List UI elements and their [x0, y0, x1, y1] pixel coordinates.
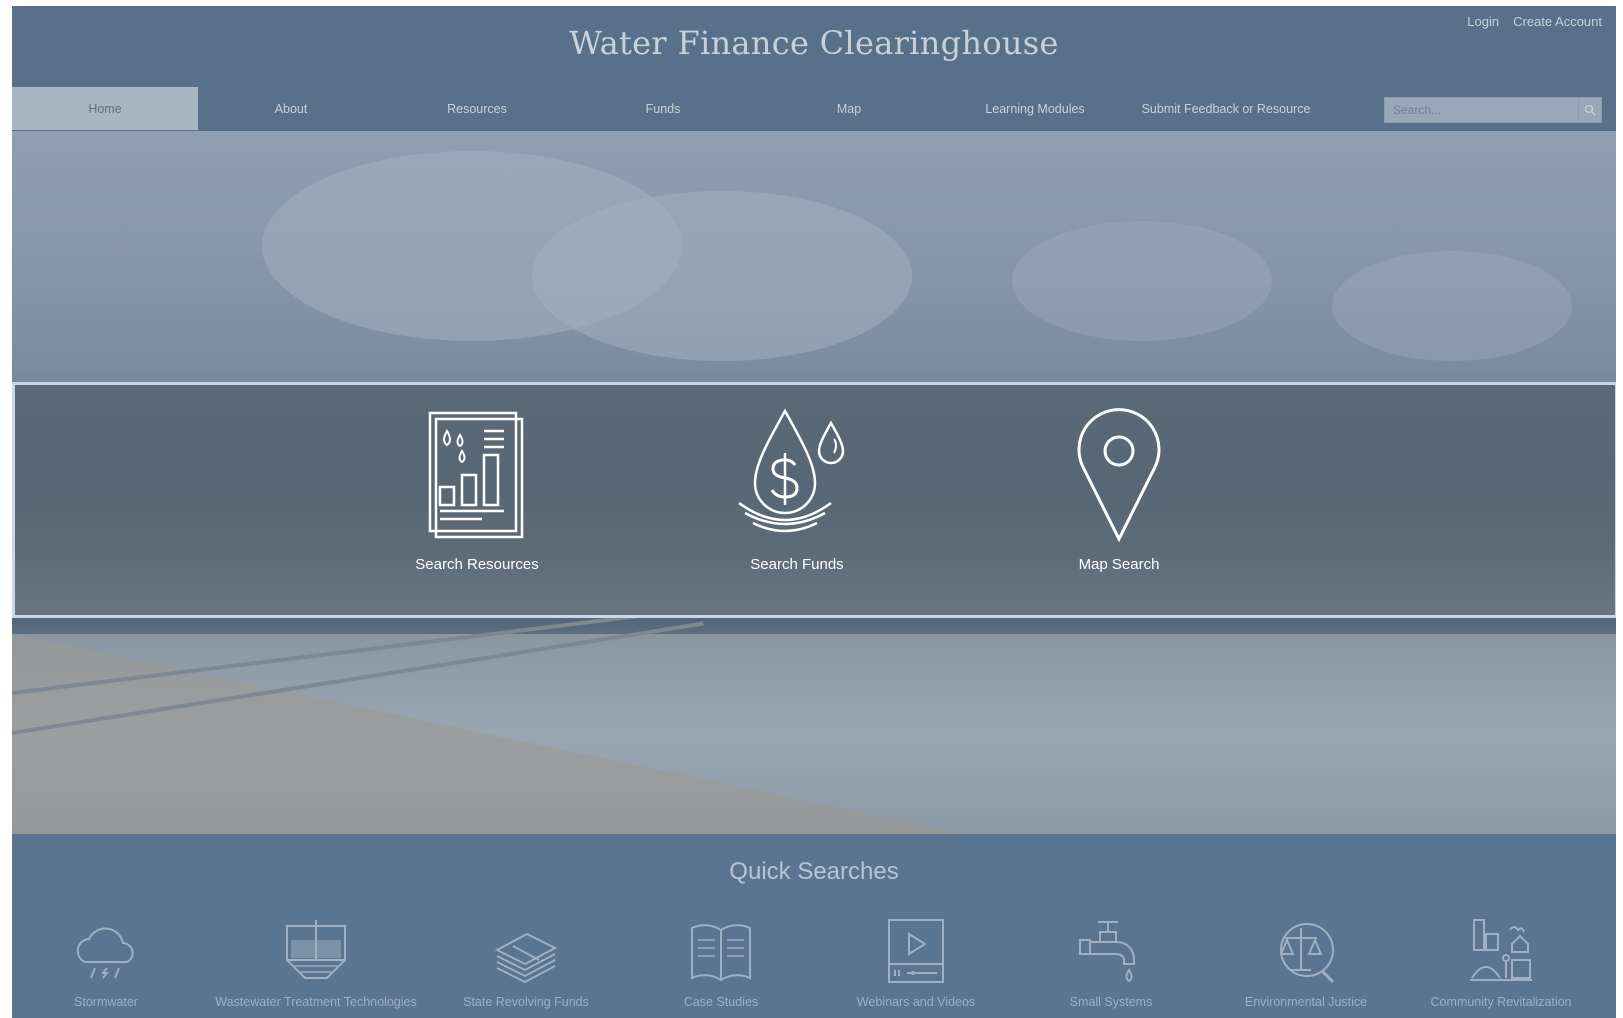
nav-item-learning-modules[interactable]: Learning Modules [942, 87, 1128, 130]
hero-walkway [12, 634, 962, 834]
nav-item-funds[interactable]: Funds [570, 87, 756, 130]
quick-search-stormwater[interactable]: Stormwater [12, 916, 211, 1009]
quick-search-label: Small Systems [1069, 995, 1153, 1009]
rain-cloud-icon [76, 927, 134, 979]
account-links: Login Create Account [1467, 14, 1602, 29]
site-header: Water Finance Clearinghouse Login Create… [12, 6, 1616, 131]
create-account-link[interactable]: Create Account [1513, 14, 1602, 29]
scales-icon [1279, 923, 1335, 984]
map-pin-icon [1077, 408, 1161, 543]
site-search [1384, 97, 1602, 123]
quick-search-community-revitalization[interactable]: Community Revitalization [1396, 916, 1606, 1009]
quick-searches-title: Quick Searches [729, 858, 899, 885]
quick-search-small-systems[interactable]: Small Systems [1006, 916, 1216, 1009]
quick-search-label: Community Revitalization [1430, 995, 1572, 1009]
quick-search-environmental-justice[interactable]: Environmental Justice [1201, 916, 1411, 1009]
main-nav: Home About Resources Funds Map Learning … [12, 87, 1616, 130]
quick-search-case-studies[interactable]: Case Studies [616, 916, 826, 1009]
hero-banner: Search Resources Search Funds Map Search [12, 131, 1616, 834]
open-book-icon [691, 924, 751, 982]
map-search-button[interactable]: Map Search [1039, 403, 1199, 573]
search-icon [1584, 104, 1596, 116]
nav-item-about[interactable]: About [198, 87, 384, 130]
quick-search-label: Case Studies [683, 995, 759, 1009]
quick-searches-section: Quick Searches Stormwater Wastewater Tre… [12, 834, 1616, 1018]
faucet-icon [1079, 921, 1135, 983]
nav-item-resources[interactable]: Resources [384, 87, 570, 130]
search-funds-button[interactable]: Search Funds [717, 403, 877, 573]
quick-search-webinars[interactable]: Webinars and Videos [811, 916, 1021, 1009]
search-funds-label: Search Funds [750, 556, 844, 573]
quick-search-label: State Revolving Funds [463, 995, 589, 1009]
document-chart-icon [428, 411, 524, 539]
search-resources-button[interactable]: Search Resources [397, 403, 557, 573]
quick-search-label: Wastewater Treatment Technologies [215, 995, 417, 1009]
site-title: Water Finance Clearinghouse [569, 24, 1059, 62]
nav-item-map[interactable]: Map [756, 87, 942, 130]
hero-cloud [1332, 251, 1572, 361]
search-input[interactable] [1385, 98, 1578, 122]
map-search-label: Map Search [1078, 556, 1160, 573]
quick-search-wastewater[interactable]: Wastewater Treatment Technologies [211, 916, 421, 1009]
search-button[interactable] [1578, 98, 1601, 122]
video-player-icon [888, 919, 944, 983]
quick-search-label: Environmental Justice [1244, 995, 1368, 1009]
water-drop-dollar-icon [738, 408, 845, 533]
nav-item-home[interactable]: Home [12, 87, 198, 130]
page: Water Finance Clearinghouse Login Create… [12, 6, 1616, 1018]
quick-search-label: Stormwater [74, 995, 138, 1009]
search-actions-band: Search Resources Search Funds Map Search [12, 382, 1616, 618]
money-stack-icon [494, 932, 558, 984]
hero-cloud [532, 191, 912, 361]
search-resources-label: Search Resources [415, 556, 539, 573]
community-icon [1470, 919, 1532, 981]
nav-item-submit-feedback[interactable]: Submit Feedback or Resource [1128, 87, 1324, 130]
quick-search-state-revolving-funds[interactable]: State Revolving Funds [421, 916, 631, 1009]
quick-search-label: Webinars and Videos [856, 995, 976, 1009]
hero-cloud [1012, 221, 1272, 341]
login-link[interactable]: Login [1467, 14, 1499, 29]
treatment-tank-icon [286, 920, 346, 979]
